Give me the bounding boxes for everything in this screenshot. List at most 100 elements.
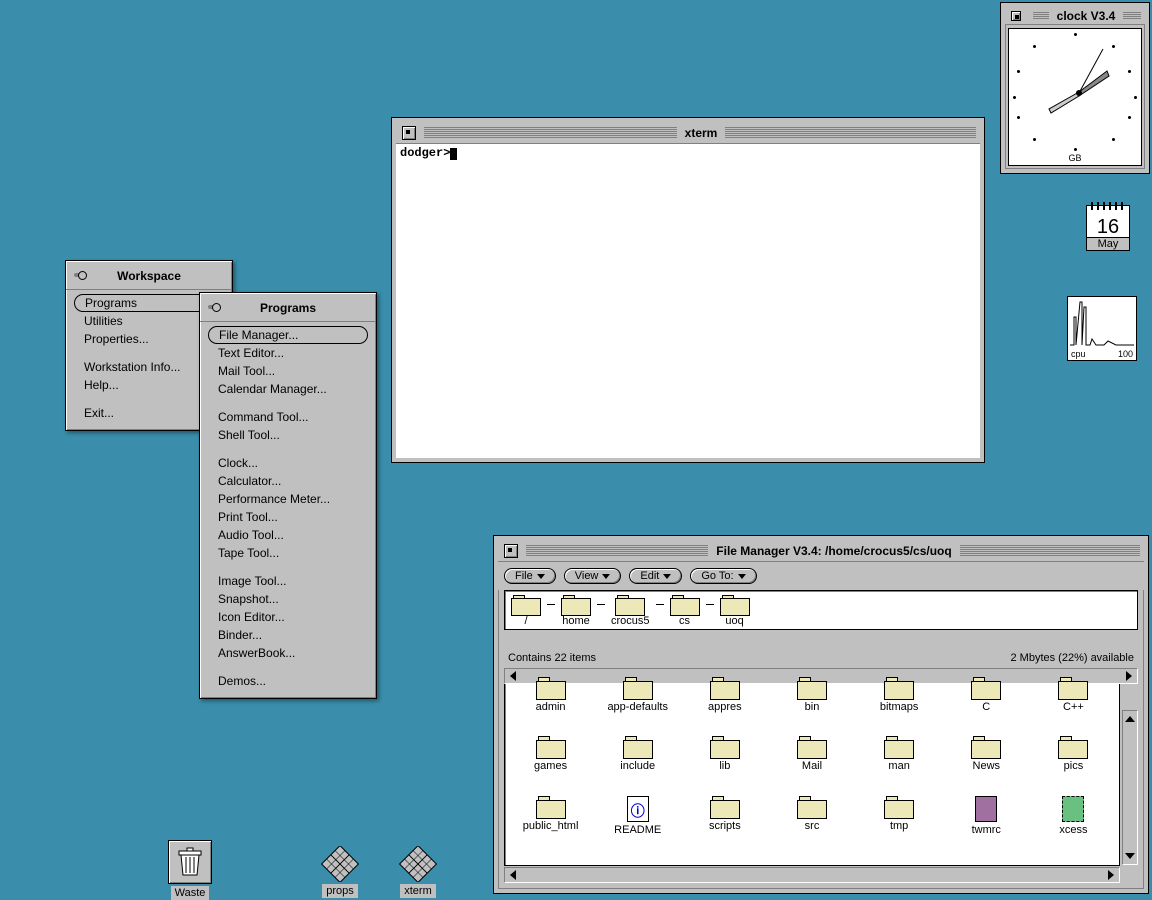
menu-item-mail-tool[interactable]: Mail Tool... xyxy=(200,362,376,380)
menu-item-demos[interactable]: Demos... xyxy=(200,672,376,690)
menu-item-text-editor[interactable]: Text Editor... xyxy=(200,344,376,362)
file-label: News xyxy=(945,760,1028,772)
file-item[interactable]: News xyxy=(945,736,1028,793)
path-segment[interactable]: / xyxy=(511,595,541,627)
file-item[interactable]: games xyxy=(509,736,592,793)
close-icon[interactable] xyxy=(504,544,518,558)
folder-icon xyxy=(797,677,827,699)
file-item[interactable]: tmp xyxy=(858,796,941,857)
menu-item-answerbook[interactable]: AnswerBook... xyxy=(200,644,376,662)
chevron-down-icon xyxy=(663,574,671,579)
filemanager-titlebar[interactable]: File Manager V3.4: /home/crocus5/cs/uoq xyxy=(498,540,1144,562)
file-item[interactable]: app-defaults xyxy=(596,677,679,734)
menu-item-file-manager[interactable]: File Manager... xyxy=(208,326,368,344)
props-desktop-icon[interactable]: props xyxy=(310,846,370,898)
file-item[interactable]: pics xyxy=(1032,736,1115,793)
menu-item-clock[interactable]: Clock... xyxy=(200,454,376,472)
menu-item-shell-tool[interactable]: Shell Tool... xyxy=(200,426,376,444)
clock-hands xyxy=(1009,29,1149,159)
file-item[interactable]: xcess xyxy=(1032,796,1115,857)
perfmeter-icon: cpu 100 xyxy=(1067,296,1137,361)
xterm-label: xterm xyxy=(400,884,436,898)
cpu-meter-icon[interactable]: cpu 100 xyxy=(1062,296,1142,361)
path-segment[interactable]: cs xyxy=(670,595,700,627)
file-item[interactable]: bitmaps xyxy=(858,677,941,734)
calendar-desktop-icon[interactable]: 16 May xyxy=(1078,205,1138,251)
clock-timezone: GB xyxy=(1009,153,1141,163)
path-segment[interactable]: uoq xyxy=(720,595,750,627)
file-item[interactable]: admin xyxy=(509,677,592,734)
scrollbar-vertical[interactable] xyxy=(1122,710,1138,865)
arrow-up-icon[interactable] xyxy=(1123,712,1137,726)
xterm-window[interactable]: xterm dodger> xyxy=(392,118,984,462)
clock-titlebar[interactable]: clock V3.4 xyxy=(1005,7,1145,25)
edit-button[interactable]: Edit xyxy=(629,568,682,584)
file-item[interactable]: bin xyxy=(770,677,853,734)
scrollbar-horizontal[interactable] xyxy=(504,867,1120,883)
path-segment[interactable]: crocus5 xyxy=(611,595,650,627)
clock-window[interactable]: clock V3.4 GB xyxy=(1001,3,1149,173)
close-icon[interactable] xyxy=(402,126,416,140)
menu-item-calendar-manager[interactable]: Calendar Manager... xyxy=(200,380,376,398)
calendar-day: 16 xyxy=(1087,216,1129,239)
arrow-down-icon[interactable] xyxy=(1123,849,1137,863)
folder-icon xyxy=(971,677,1001,699)
menu-title: Programs xyxy=(200,297,376,322)
file-item[interactable]: C++ xyxy=(1032,677,1115,734)
xterm-titlebar[interactable]: xterm xyxy=(396,122,980,144)
xterm-terminal[interactable]: dodger> xyxy=(396,144,980,458)
folder-icon xyxy=(971,736,1001,758)
view-button[interactable]: View xyxy=(564,568,622,584)
file-item[interactable]: twmrc xyxy=(945,796,1028,857)
file-item[interactable]: src xyxy=(770,796,853,857)
pushpin-icon[interactable] xyxy=(208,302,220,312)
file-item[interactable]: include xyxy=(596,736,679,793)
menu-item-image-tool[interactable]: Image Tool... xyxy=(200,572,376,590)
programs-menu[interactable]: Programs File Manager...Text Editor...Ma… xyxy=(199,292,377,699)
file-item[interactable]: scripts xyxy=(683,796,766,857)
waste-desktop-icon[interactable]: Waste xyxy=(160,840,220,900)
path-connector xyxy=(706,604,714,605)
folder-icon xyxy=(884,796,914,818)
waste-label: Waste xyxy=(171,886,210,900)
menu-item-performance-meter[interactable]: Performance Meter... xyxy=(200,490,376,508)
arrow-right-icon[interactable] xyxy=(1104,868,1118,882)
file-item[interactable]: lib xyxy=(683,736,766,793)
go-to-button[interactable]: Go To: xyxy=(690,568,756,584)
path-segment[interactable]: home xyxy=(561,595,591,627)
cpu-label: cpu xyxy=(1071,349,1086,359)
path-connector xyxy=(656,604,664,605)
close-icon[interactable] xyxy=(1011,11,1021,21)
xterm-desktop-icon[interactable]: xterm xyxy=(388,846,448,898)
menu-item-audio-tool[interactable]: Audio Tool... xyxy=(200,526,376,544)
pushpin-icon[interactable] xyxy=(74,270,86,280)
filemanager-window[interactable]: File Manager V3.4: /home/crocus5/cs/uoq … xyxy=(494,536,1148,893)
file-item[interactable]: Mail xyxy=(770,736,853,793)
menu-item-tape-tool[interactable]: Tape Tool... xyxy=(200,544,376,562)
filemanager-file-grid[interactable]: admin app-defaults appres binbitmapsCC++ gam… xyxy=(504,668,1120,866)
file-item[interactable]: public_html xyxy=(509,796,592,857)
arrow-left-icon[interactable] xyxy=(506,669,520,683)
menu-separator xyxy=(200,662,376,672)
file-button[interactable]: File xyxy=(504,568,556,584)
arrow-right-icon[interactable] xyxy=(1122,669,1136,683)
file-label: app-defaults xyxy=(596,701,679,713)
folder-icon xyxy=(536,796,566,818)
menu-item-snapshot[interactable]: Snapshot... xyxy=(200,590,376,608)
filemanager-toolbar: File View Edit Go To: xyxy=(498,562,1144,590)
file-item[interactable]: appres xyxy=(683,677,766,734)
menu-item-binder[interactable]: Binder... xyxy=(200,626,376,644)
menu-item-command-tool[interactable]: Command Tool... xyxy=(200,408,376,426)
trash-icon xyxy=(168,840,212,884)
calendar-icon: 16 May xyxy=(1086,205,1130,251)
arrow-left-icon[interactable] xyxy=(506,868,520,882)
menu-item-print-tool[interactable]: Print Tool... xyxy=(200,508,376,526)
file-item[interactable]: C xyxy=(945,677,1028,734)
file-label: appres xyxy=(683,701,766,713)
file-item[interactable]: man xyxy=(858,736,941,793)
file-item[interactable]: README xyxy=(596,796,679,857)
terminal-prompt: dodger> xyxy=(400,146,450,160)
file-icon xyxy=(975,796,997,822)
menu-item-icon-editor[interactable]: Icon Editor... xyxy=(200,608,376,626)
menu-item-calculator[interactable]: Calculator... xyxy=(200,472,376,490)
